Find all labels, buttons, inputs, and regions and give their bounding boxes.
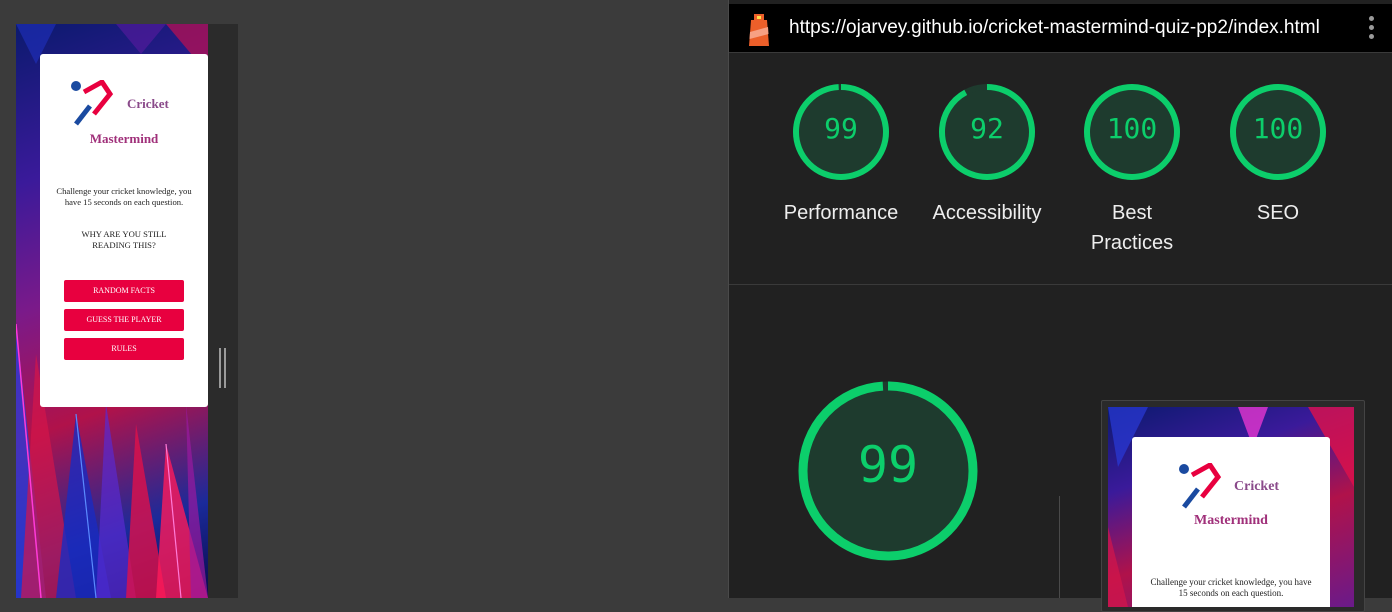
thumbnail-screen: Cricket Mastermind Challenge your cricke…	[1108, 407, 1354, 607]
lighthouse-report-panel: https://ojarvey.github.io/cricket-master…	[728, 0, 1392, 612]
viewport-resize-handle[interactable]	[219, 348, 226, 388]
random-facts-button[interactable]: RANDOM FACTS	[64, 280, 184, 302]
gauge-label: Performance	[783, 202, 899, 224]
gauge-label: Accessibility	[932, 202, 1042, 224]
cricket-logo-icon	[1179, 463, 1222, 509]
section-divider	[729, 284, 1392, 285]
cricket-logo-icon	[71, 80, 114, 126]
device-preview-screen: Cricket Mastermind Challenge your cricke…	[16, 24, 208, 598]
brand-title-line1: Cricket	[1234, 479, 1280, 494]
warning-text: WHY ARE YOU STILL READING THIS?	[81, 229, 167, 250]
gauge-score: 99	[824, 112, 858, 145]
report-url[interactable]: https://ojarvey.github.io/cricket-master…	[789, 17, 1320, 39]
vertical-divider	[1059, 496, 1060, 598]
performance-detail-gauge: 99	[797, 380, 979, 562]
gauge-seo[interactable]: 100 SEO	[1228, 82, 1328, 228]
gauge-label: Best Practices	[1090, 202, 1174, 254]
gauge-label: SEO	[1256, 202, 1300, 224]
gauge-score: 99	[857, 436, 919, 494]
more-vert-icon[interactable]	[1369, 16, 1377, 43]
quiz-home-card: Cricket Mastermind Challenge your cricke…	[40, 54, 208, 407]
rules-button[interactable]: RULES	[64, 338, 184, 360]
brand-title-line1: Cricket	[127, 96, 169, 111]
gauge-score: 100	[1252, 112, 1304, 145]
brand-title-line2: Mastermind	[89, 131, 159, 146]
gauge-score: 100	[1106, 112, 1158, 145]
guess-the-player-button[interactable]: GUESS THE PLAYER	[64, 309, 184, 331]
gauge-score: 92	[970, 112, 1004, 145]
gauge-best-practices[interactable]: 100 Best Practices	[1082, 82, 1182, 258]
gauge-performance[interactable]: 99 Performance	[784, 82, 898, 228]
lighthouse-icon	[749, 14, 769, 46]
intro-text: Challenge your cricket knowledge, you ha…	[56, 186, 192, 207]
brand-title-line2: Mastermind	[1194, 513, 1268, 528]
report-topbar: https://ojarvey.github.io/cricket-master…	[729, 4, 1392, 53]
final-screenshot-thumbnail[interactable]: Cricket Mastermind Challenge your cricke…	[1101, 400, 1365, 612]
gauge-accessibility[interactable]: 92 Accessibility	[933, 82, 1041, 228]
device-preview-frame: Cricket Mastermind Challenge your cricke…	[16, 24, 238, 598]
thumbnail-quiz-card: Cricket Mastermind Challenge your cricke…	[1132, 437, 1330, 607]
intro-text: Challenge your cricket knowledge, you ha…	[1150, 577, 1312, 598]
